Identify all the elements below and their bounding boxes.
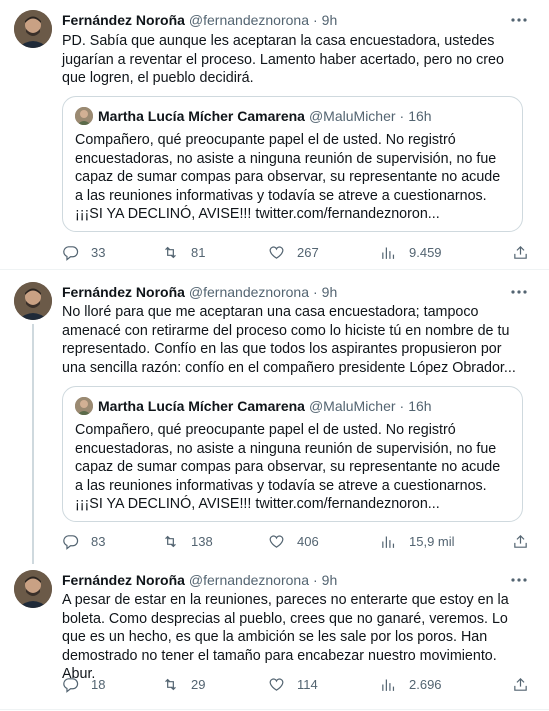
quote-author-name: Martha Lucía Mícher Camarena <box>98 398 305 414</box>
more-icon[interactable] <box>509 282 529 302</box>
reply-button[interactable]: 83 <box>62 531 105 551</box>
views-count: 15,9 mil <box>409 533 455 549</box>
tweet-text: PD. Sabía que aunque les aceptaran la ca… <box>62 33 504 86</box>
author-handle[interactable]: @fernandeznorona <box>189 284 309 300</box>
views-button[interactable]: 9.459 <box>380 242 442 262</box>
separator-dot: · <box>312 284 318 300</box>
reply-button[interactable]: 18 <box>62 674 105 694</box>
views-icon <box>382 247 395 259</box>
quote-timestamp: 16h <box>408 108 432 124</box>
author-handle[interactable]: @fernandeznorona <box>189 12 309 28</box>
views-icon <box>382 679 395 691</box>
separator-dot: · <box>312 12 318 28</box>
separator-dot: · <box>399 398 405 414</box>
quote-author-handle: @MaluMicher <box>308 108 396 124</box>
tweet[interactable]: Fernández Noroña @fernandeznorona · 9h N… <box>0 270 549 564</box>
timestamp[interactable]: 9h <box>322 572 338 588</box>
views-count: 2.696 <box>409 676 442 692</box>
like-count: 406 <box>297 533 319 549</box>
action-bar: 18 29 114 2.696 <box>62 674 529 694</box>
tweet-text: No lloré para que me aceptaran una casa … <box>62 304 516 376</box>
heart-icon <box>269 246 284 259</box>
tweet[interactable]: Fernández Noroña @fernandeznorona · 9h P… <box>0 0 549 268</box>
more-icon[interactable] <box>509 570 529 590</box>
action-bar: 83 138 406 15,9 mil <box>62 531 529 551</box>
timestamp[interactable]: 9h <box>322 284 338 300</box>
share-icon <box>514 677 527 691</box>
quote-author-name: Martha Lucía Mícher Camarena <box>98 108 305 124</box>
quote-header: Martha Lucía Mícher Camarena @MaluMicher… <box>75 107 432 125</box>
reply-count: 33 <box>91 244 106 260</box>
share-icon <box>514 534 527 548</box>
like-button[interactable]: 114 <box>268 674 318 694</box>
tweet-header: Fernández Noroña @fernandeznorona · 9h <box>62 570 509 590</box>
more-icon[interactable] <box>509 10 529 30</box>
share-button[interactable] <box>512 242 529 262</box>
share-button[interactable] <box>512 531 529 551</box>
action-bar: 33 81 267 9.459 <box>62 242 529 262</box>
like-count: 267 <box>297 244 319 260</box>
views-count: 9.459 <box>409 244 442 260</box>
quote-author-handle: @MaluMicher <box>308 398 396 414</box>
retweet-button[interactable]: 29 <box>162 674 205 694</box>
reply-button[interactable]: 33 <box>62 242 105 262</box>
reply-count: 83 <box>91 533 106 549</box>
views-button[interactable]: 15,9 mil <box>380 531 455 551</box>
tweet-header: Fernández Noroña @fernandeznorona · 9h <box>62 10 509 30</box>
retweet-icon <box>165 535 176 547</box>
avatar[interactable] <box>14 282 52 320</box>
share-button[interactable] <box>512 674 529 694</box>
tweet-feed: Fernández Noroña @fernandeznorona · 9h P… <box>0 0 549 711</box>
share-icon <box>514 245 527 259</box>
quote-text: Compañero, qué preocupante papel el de u… <box>75 132 501 222</box>
heart-icon <box>269 535 284 548</box>
separator-dot: · <box>399 108 405 124</box>
tweet-header: Fernández Noroña @fernandeznorona · 9h <box>62 282 509 302</box>
avatar-image <box>14 10 52 48</box>
retweet-icon <box>165 246 176 258</box>
quoted-tweet[interactable]: Martha Lucía Mícher Camarena @MaluMicher… <box>62 96 523 232</box>
views-button[interactable]: 2.696 <box>380 674 442 694</box>
retweet-count: 138 <box>191 533 213 549</box>
separator-dot: · <box>312 572 318 588</box>
reply-count: 18 <box>91 676 106 692</box>
tweet-text: A pesar de estar en la reuniones, parece… <box>62 592 509 682</box>
quote-avatar <box>75 397 93 415</box>
author-handle[interactable]: @fernandeznorona <box>189 572 309 588</box>
avatar[interactable] <box>14 10 52 48</box>
avatar-image <box>14 570 52 608</box>
retweet-count: 81 <box>191 244 206 260</box>
author-name[interactable]: Fernández Noroña <box>62 284 185 300</box>
author-name[interactable]: Fernández Noroña <box>62 572 185 588</box>
reply-icon <box>63 245 79 261</box>
quote-text: Compañero, qué preocupante papel el de u… <box>75 422 501 512</box>
quoted-tweet[interactable]: Martha Lucía Mícher Camarena @MaluMicher… <box>62 386 523 522</box>
quote-timestamp: 16h <box>408 398 432 414</box>
avatar[interactable] <box>14 570 52 608</box>
retweet-count: 29 <box>191 676 206 692</box>
retweet-button[interactable]: 138 <box>162 531 213 551</box>
timestamp[interactable]: 9h <box>322 12 338 28</box>
retweet-icon <box>165 678 176 690</box>
like-count: 114 <box>297 676 318 692</box>
avatar-image <box>14 282 52 320</box>
quote-avatar <box>75 107 93 125</box>
reply-icon <box>63 534 79 550</box>
views-icon <box>382 536 395 548</box>
reply-icon <box>63 677 79 693</box>
author-name[interactable]: Fernández Noroña <box>62 12 185 28</box>
divider <box>0 709 549 710</box>
heart-icon <box>269 678 284 691</box>
thread-line <box>32 324 34 564</box>
tweet[interactable]: Fernández Noroña @fernandeznorona · 9h A… <box>0 562 549 711</box>
retweet-button[interactable]: 81 <box>162 242 205 262</box>
quote-header: Martha Lucía Mícher Camarena @MaluMicher… <box>75 397 432 415</box>
like-button[interactable]: 267 <box>268 242 319 262</box>
like-button[interactable]: 406 <box>268 531 319 551</box>
